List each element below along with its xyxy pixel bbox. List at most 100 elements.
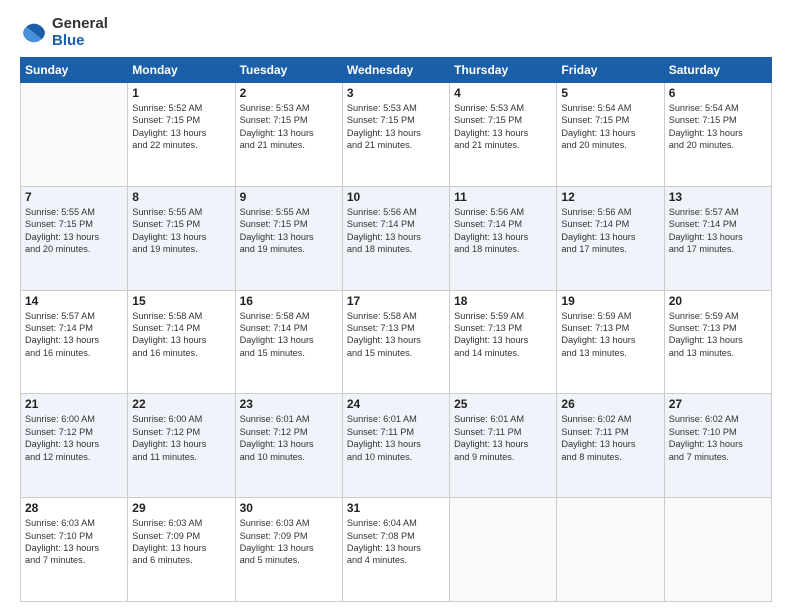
calendar-cell [557, 498, 664, 602]
calendar-week-row: 7 Sunrise: 5:55 AMSunset: 7:15 PMDaylight… [21, 186, 772, 290]
day-number: 30 [240, 501, 338, 515]
cell-info: Sunrise: 6:02 AMSunset: 7:11 PMDaylight:… [561, 413, 659, 463]
day-number: 4 [454, 86, 552, 100]
calendar-cell [664, 498, 771, 602]
calendar-cell: 22 Sunrise: 6:00 AMSunset: 7:12 PMDayligh… [128, 394, 235, 498]
logo-icon [20, 19, 48, 47]
cell-info: Sunrise: 5:53 AMSunset: 7:15 PMDaylight:… [454, 102, 552, 152]
calendar-week-row: 28 Sunrise: 6:03 AMSunset: 7:10 PMDayligh… [21, 498, 772, 602]
calendar-cell: 31 Sunrise: 6:04 AMSunset: 7:08 PMDayligh… [342, 498, 449, 602]
calendar-cell: 25 Sunrise: 6:01 AMSunset: 7:11 PMDayligh… [450, 394, 557, 498]
cell-info: Sunrise: 5:56 AMSunset: 7:14 PMDaylight:… [454, 206, 552, 256]
logo: General Blue [20, 16, 108, 49]
day-number: 12 [561, 190, 659, 204]
calendar-cell: 3Sunrise: 5:53 AMSunset: 7:15 PMDaylight… [342, 83, 449, 187]
weekday-header: Saturday [664, 58, 771, 83]
cell-info: Sunrise: 5:55 AMSunset: 7:15 PMDaylight:… [132, 206, 230, 256]
day-number: 18 [454, 294, 552, 308]
cell-info: Sunrise: 5:58 AMSunset: 7:14 PMDaylight:… [240, 310, 338, 360]
cell-info: Sunrise: 6:01 AMSunset: 7:11 PMDaylight:… [454, 413, 552, 463]
calendar-cell: 7 Sunrise: 5:55 AMSunset: 7:15 PMDaylight… [21, 186, 128, 290]
cell-info: Sunrise: 5:54 AMSunset: 7:15 PMDaylight:… [561, 102, 659, 152]
weekday-header: Friday [557, 58, 664, 83]
logo-text: General Blue [52, 16, 108, 49]
weekday-header: Wednesday [342, 58, 449, 83]
day-number: 7 [25, 190, 123, 204]
cell-info: Sunrise: 6:00 AMSunset: 7:12 PMDaylight:… [132, 413, 230, 463]
day-number: 16 [240, 294, 338, 308]
day-number: 21 [25, 397, 123, 411]
cell-info: Sunrise: 5:59 AMSunset: 7:13 PMDaylight:… [561, 310, 659, 360]
calendar-cell: 10Sunrise: 5:56 AMSunset: 7:14 PMDayligh… [342, 186, 449, 290]
day-number: 28 [25, 501, 123, 515]
cell-info: Sunrise: 6:03 AMSunset: 7:10 PMDaylight:… [25, 517, 123, 567]
calendar-cell [450, 498, 557, 602]
day-number: 26 [561, 397, 659, 411]
day-number: 13 [669, 190, 767, 204]
calendar-cell: 24Sunrise: 6:01 AMSunset: 7:11 PMDayligh… [342, 394, 449, 498]
cell-info: Sunrise: 5:55 AMSunset: 7:15 PMDaylight:… [240, 206, 338, 256]
calendar-cell [21, 83, 128, 187]
cell-info: Sunrise: 5:59 AMSunset: 7:13 PMDaylight:… [669, 310, 767, 360]
calendar-cell: 16 Sunrise: 5:58 AMSunset: 7:14 PMDayligh… [235, 290, 342, 394]
header: General Blue [20, 16, 772, 49]
cell-info: Sunrise: 5:57 AMSunset: 7:14 PMDaylight:… [669, 206, 767, 256]
calendar-cell: 28 Sunrise: 6:03 AMSunset: 7:10 PMDayligh… [21, 498, 128, 602]
day-number: 11 [454, 190, 552, 204]
cell-info: Sunrise: 6:01 AMSunset: 7:11 PMDaylight:… [347, 413, 445, 463]
calendar-cell: 13 Sunrise: 5:57 AMSunset: 7:14 PMDayligh… [664, 186, 771, 290]
day-number: 27 [669, 397, 767, 411]
day-number: 9 [240, 190, 338, 204]
weekday-header: Monday [128, 58, 235, 83]
calendar-cell: 1Sunrise: 5:52 AMSunset: 7:15 PMDaylight… [128, 83, 235, 187]
calendar-cell: 26 Sunrise: 6:02 AMSunset: 7:11 PMDayligh… [557, 394, 664, 498]
cell-info: Sunrise: 5:55 AMSunset: 7:15 PMDaylight:… [25, 206, 123, 256]
page: General Blue SundayMondayTuesdayWednesda… [0, 0, 792, 612]
cell-info: Sunrise: 6:03 AMSunset: 7:09 PMDaylight:… [132, 517, 230, 567]
calendar-cell: 11 Sunrise: 5:56 AMSunset: 7:14 PMDayligh… [450, 186, 557, 290]
calendar-cell: 29Sunrise: 6:03 AMSunset: 7:09 PMDayligh… [128, 498, 235, 602]
calendar-header: SundayMondayTuesdayWednesdayThursdayFrid… [21, 58, 772, 83]
cell-info: Sunrise: 5:54 AMSunset: 7:15 PMDaylight:… [669, 102, 767, 152]
cell-info: Sunrise: 6:02 AMSunset: 7:10 PMDaylight:… [669, 413, 767, 463]
cell-info: Sunrise: 5:53 AMSunset: 7:15 PMDaylight:… [240, 102, 338, 152]
cell-info: Sunrise: 5:56 AMSunset: 7:14 PMDaylight:… [347, 206, 445, 256]
day-number: 15 [132, 294, 230, 308]
calendar-cell: 6Sunrise: 5:54 AMSunset: 7:15 PMDaylight… [664, 83, 771, 187]
weekday-header: Thursday [450, 58, 557, 83]
calendar-cell: 5Sunrise: 5:54 AMSunset: 7:15 PMDaylight… [557, 83, 664, 187]
calendar-cell: 20Sunrise: 5:59 AMSunset: 7:13 PMDayligh… [664, 290, 771, 394]
day-number: 8 [132, 190, 230, 204]
day-number: 1 [132, 86, 230, 100]
cell-info: Sunrise: 6:00 AMSunset: 7:12 PMDaylight:… [25, 413, 123, 463]
day-number: 25 [454, 397, 552, 411]
cell-info: Sunrise: 5:56 AMSunset: 7:14 PMDaylight:… [561, 206, 659, 256]
cell-info: Sunrise: 5:59 AMSunset: 7:13 PMDaylight:… [454, 310, 552, 360]
cell-info: Sunrise: 5:57 AMSunset: 7:14 PMDaylight:… [25, 310, 123, 360]
calendar-cell: 15Sunrise: 5:58 AMSunset: 7:14 PMDayligh… [128, 290, 235, 394]
calendar-week-row: 14 Sunrise: 5:57 AMSunset: 7:14 PMDayligh… [21, 290, 772, 394]
weekday-row: SundayMondayTuesdayWednesdayThursdayFrid… [21, 58, 772, 83]
day-number: 22 [132, 397, 230, 411]
day-number: 14 [25, 294, 123, 308]
calendar-cell: 17Sunrise: 5:58 AMSunset: 7:13 PMDayligh… [342, 290, 449, 394]
calendar-body: 1Sunrise: 5:52 AMSunset: 7:15 PMDaylight… [21, 83, 772, 602]
cell-info: Sunrise: 5:53 AMSunset: 7:15 PMDaylight:… [347, 102, 445, 152]
calendar-cell: 8 Sunrise: 5:55 AMSunset: 7:15 PMDaylight… [128, 186, 235, 290]
calendar-cell: 19 Sunrise: 5:59 AMSunset: 7:13 PMDayligh… [557, 290, 664, 394]
weekday-header: Sunday [21, 58, 128, 83]
logo-general: General [52, 15, 108, 32]
day-number: 19 [561, 294, 659, 308]
calendar-cell: 2 Sunrise: 5:53 AMSunset: 7:15 PMDaylight… [235, 83, 342, 187]
day-number: 2 [240, 86, 338, 100]
day-number: 31 [347, 501, 445, 515]
logo-blue: Blue [52, 32, 85, 49]
calendar-table: SundayMondayTuesdayWednesdayThursdayFrid… [20, 57, 772, 602]
cell-info: Sunrise: 6:01 AMSunset: 7:12 PMDaylight:… [240, 413, 338, 463]
calendar-cell: 30Sunrise: 6:03 AMSunset: 7:09 PMDayligh… [235, 498, 342, 602]
calendar-week-row: 1Sunrise: 5:52 AMSunset: 7:15 PMDaylight… [21, 83, 772, 187]
day-number: 17 [347, 294, 445, 308]
calendar-cell: 9 Sunrise: 5:55 AMSunset: 7:15 PMDaylight… [235, 186, 342, 290]
calendar-cell: 27 Sunrise: 6:02 AMSunset: 7:10 PMDayligh… [664, 394, 771, 498]
cell-info: Sunrise: 6:04 AMSunset: 7:08 PMDaylight:… [347, 517, 445, 567]
